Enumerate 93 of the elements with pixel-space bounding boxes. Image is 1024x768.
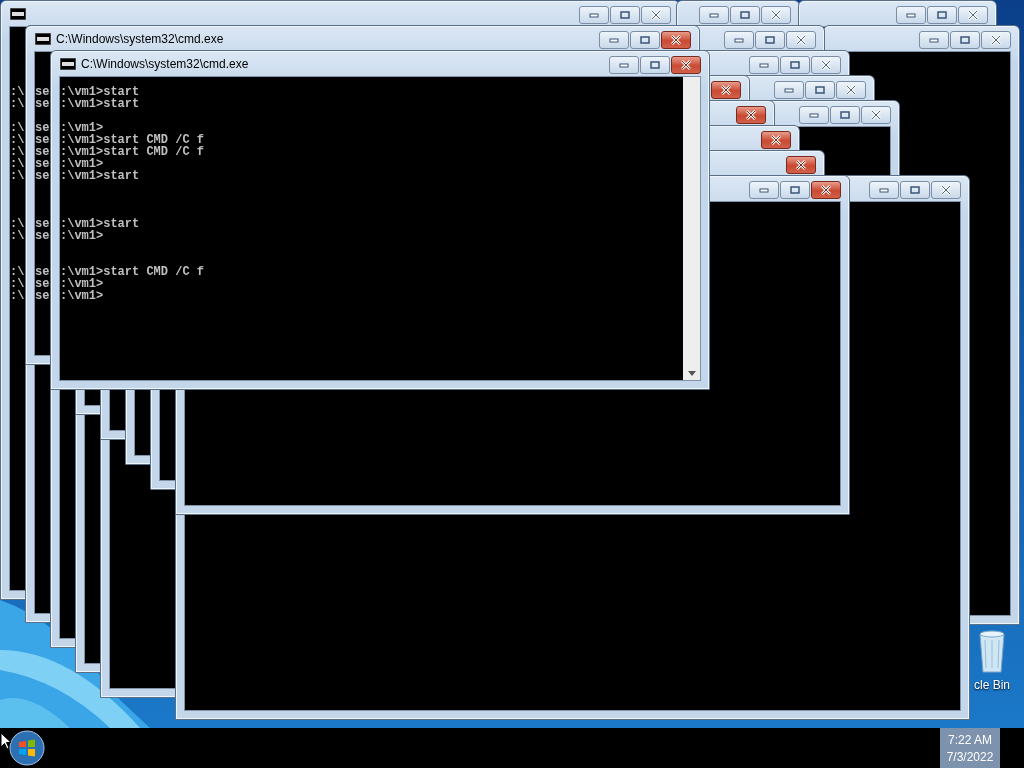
close-icon (795, 35, 807, 45)
close-button[interactable] (786, 31, 816, 49)
minimize-button[interactable] (579, 6, 609, 24)
console-output: :\vm1>start :\vm1>start :\vm1> :\vm1>start CMD /C f :\vm1>start CMD /C f :\vm1> :\vm1>start :\vm1>start :\vm1> :\vm1>start CMD /C f :\vm1> :\vm1> (60, 86, 205, 302)
minimize-icon (879, 187, 889, 193)
minimize-icon (759, 187, 769, 193)
icon-label[interactable]: cle Bin (974, 678, 1010, 692)
minimize-button[interactable] (919, 31, 949, 49)
maximize-button[interactable] (780, 181, 810, 199)
minimize-button[interactable] (724, 31, 754, 49)
close-icon (990, 35, 1002, 45)
close-icon (820, 60, 832, 70)
close-button[interactable] (836, 81, 866, 99)
recycle-bin-icon[interactable] (978, 630, 1006, 674)
close-button[interactable] (671, 56, 701, 74)
console-output: :\ :\ :\ :\ :\ :\ :\ :\ :\ :\ :\ :\ (10, 86, 25, 302)
close-icon (745, 110, 757, 120)
close-icon (940, 185, 952, 195)
maximize-icon (840, 111, 850, 119)
maximize-button[interactable] (780, 56, 810, 74)
minimize-icon (619, 62, 629, 68)
close-icon (967, 10, 979, 20)
maximize-button[interactable] (640, 56, 670, 74)
minimize-icon (709, 12, 719, 18)
maximize-icon (790, 186, 800, 194)
minimize-button[interactable] (869, 181, 899, 199)
console-output: se se se se se se se se se se se se (35, 86, 50, 302)
minimize-icon (734, 37, 744, 43)
maximize-button[interactable] (927, 6, 957, 24)
close-icon (770, 10, 782, 20)
maximize-button[interactable] (755, 31, 785, 49)
maximize-button[interactable] (900, 181, 930, 199)
minimize-button[interactable] (896, 6, 926, 24)
close-icon (670, 35, 682, 45)
maximize-icon (740, 11, 750, 19)
close-icon (845, 85, 857, 95)
maximize-button[interactable] (610, 6, 640, 24)
close-icon (870, 110, 882, 120)
close-button[interactable] (761, 6, 791, 24)
minimize-button[interactable] (799, 106, 829, 124)
close-button[interactable] (811, 56, 841, 74)
close-button[interactable] (811, 181, 841, 199)
close-button[interactable] (736, 106, 766, 124)
maximize-icon (650, 61, 660, 69)
close-button[interactable] (661, 31, 691, 49)
minimize-button[interactable] (749, 181, 779, 199)
close-icon (770, 135, 782, 145)
close-icon (795, 160, 807, 170)
close-button[interactable] (761, 131, 791, 149)
minimize-button[interactable] (749, 56, 779, 74)
maximize-icon (640, 36, 650, 44)
maximize-button[interactable] (830, 106, 860, 124)
minimize-button[interactable] (774, 81, 804, 99)
close-icon (820, 185, 832, 195)
maximize-button[interactable] (805, 81, 835, 99)
scrollbar[interactable] (683, 77, 700, 380)
maximize-icon (620, 11, 630, 19)
close-button[interactable] (711, 81, 741, 99)
minimize-icon (609, 37, 619, 43)
minimize-icon (929, 37, 939, 43)
maximize-icon (937, 11, 947, 19)
close-button[interactable] (958, 6, 988, 24)
close-icon (650, 10, 662, 20)
maximize-icon (765, 36, 775, 44)
close-button[interactable] (981, 31, 1011, 49)
scroll-down-icon[interactable] (687, 371, 696, 376)
start-button[interactable] (9, 730, 45, 766)
minimize-button[interactable] (609, 56, 639, 74)
close-button[interactable] (786, 156, 816, 174)
minimize-button[interactable] (699, 6, 729, 24)
clock[interactable]: 7:22 AM 7/3/2022 (940, 728, 1000, 768)
close-button[interactable] (861, 106, 891, 124)
minimize-icon (759, 62, 769, 68)
clock-time: 7:22 AM (948, 732, 992, 747)
maximize-icon (910, 186, 920, 194)
clock-date: 7/3/2022 (946, 749, 994, 764)
close-button[interactable] (641, 6, 671, 24)
maximize-button[interactable] (630, 31, 660, 49)
maximize-button[interactable] (950, 31, 980, 49)
minimize-icon (784, 87, 794, 93)
close-button[interactable] (931, 181, 961, 199)
minimize-icon (809, 112, 819, 118)
close-icon (680, 60, 692, 70)
minimize-button[interactable] (599, 31, 629, 49)
maximize-button[interactable] (730, 6, 760, 24)
minimize-icon (589, 12, 599, 18)
maximize-icon (790, 61, 800, 69)
maximize-icon (960, 36, 970, 44)
close-icon (720, 85, 732, 95)
window-title: C:\Windows\system32\cmd.exe (56, 31, 224, 46)
maximize-icon (815, 86, 825, 94)
window-title: C:\Windows\system32\cmd.exe (81, 56, 249, 71)
minimize-icon (906, 12, 916, 18)
